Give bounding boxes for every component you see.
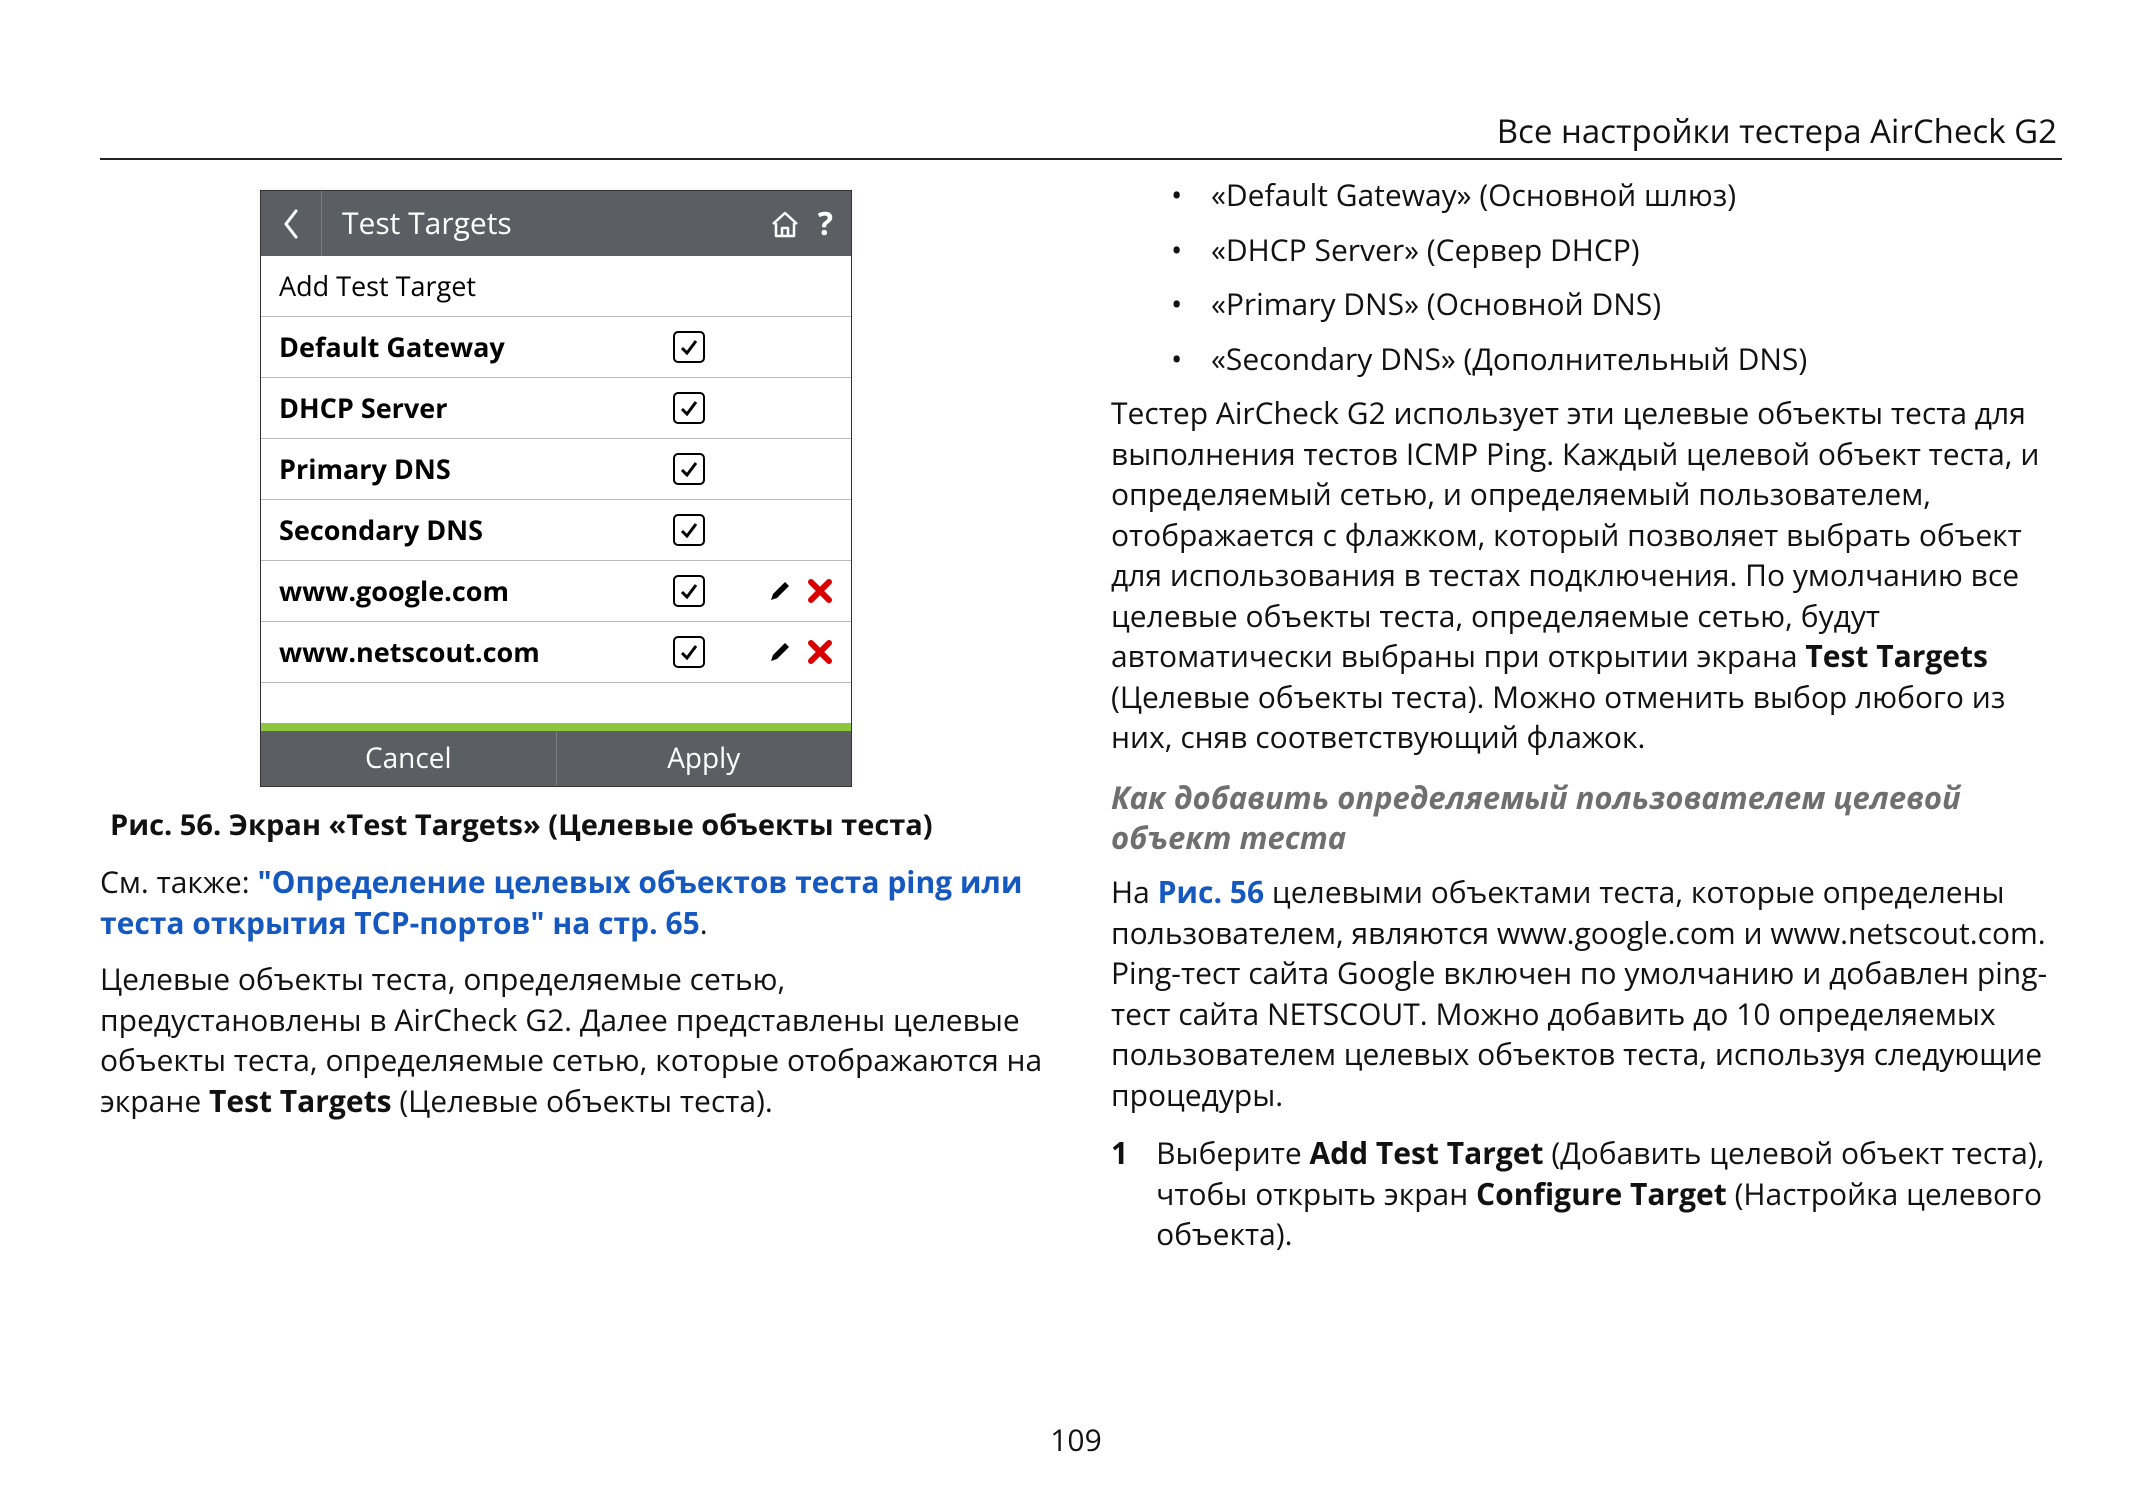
target-label: Default Gateway xyxy=(279,329,673,365)
see-also: См. также: "Определение целевых объектов… xyxy=(100,862,1051,943)
header-rule xyxy=(100,158,2062,160)
left-paragraph: Целевые объекты теста, определяемые сеть… xyxy=(100,959,1051,1121)
bullet-list: «Default Gateway» (Основной шлюз) «DHCP … xyxy=(1111,175,2062,379)
target-row-secondary-dns[interactable]: Secondary DNS xyxy=(261,500,851,561)
right-paragraph-2: На Рис. 56 целевыми объектами теста, кот… xyxy=(1111,872,2062,1115)
right-column: «Default Gateway» (Основной шлюз) «DHCP … xyxy=(1101,175,2062,1400)
step-1: 1 Выберите Add Test Target (Добавить цел… xyxy=(1111,1133,2062,1255)
device-title: Test Targets xyxy=(322,203,752,244)
list-item: «Secondary DNS» (Дополнительный DNS) xyxy=(1171,339,2062,380)
target-label: www.google.com xyxy=(279,573,673,609)
help-icon[interactable]: ? xyxy=(818,208,833,240)
device-header: Test Targets ? xyxy=(261,191,851,256)
apply-button[interactable]: Apply xyxy=(557,731,852,786)
checkbox-icon[interactable] xyxy=(673,453,705,485)
step-number: 1 xyxy=(1111,1133,1128,1255)
target-label: www.netscout.com xyxy=(279,634,673,670)
figure-caption: Рис. 56. Экран «Test Targets» (Целевые о… xyxy=(110,805,1051,844)
target-row-dhcp-server[interactable]: DHCP Server xyxy=(261,378,851,439)
back-button[interactable] xyxy=(261,191,322,256)
checkbox-icon[interactable] xyxy=(673,636,705,668)
delete-icon[interactable] xyxy=(807,578,833,604)
delete-icon[interactable] xyxy=(807,639,833,665)
page-header: Все настройки тестера AirCheck G2 xyxy=(1497,108,2057,153)
add-test-target-row[interactable]: Add Test Target xyxy=(261,256,851,317)
chevron-left-icon xyxy=(282,209,300,239)
page-number: 109 xyxy=(0,1419,2152,1460)
device-screenshot: Test Targets ? Add Test Target Default G… xyxy=(260,190,852,787)
list-item: «DHCP Server» (Сервер DHCP) xyxy=(1171,230,2062,271)
list-item: «Default Gateway» (Основной шлюз) xyxy=(1171,175,2062,216)
page: Все настройки тестера AirCheck G2 Test T… xyxy=(0,0,2152,1500)
home-icon[interactable] xyxy=(770,210,800,238)
device-accent-bar xyxy=(261,683,851,731)
subheading: Как добавить определяемый пользователем … xyxy=(1111,778,2062,859)
target-label: DHCP Server xyxy=(279,390,673,426)
edit-icon[interactable] xyxy=(767,578,793,604)
checkbox-icon[interactable] xyxy=(673,575,705,607)
target-row-google[interactable]: www.google.com xyxy=(261,561,851,622)
left-column: Test Targets ? Add Test Target Default G… xyxy=(100,175,1061,1400)
edit-icon[interactable] xyxy=(767,639,793,665)
checkbox-icon[interactable] xyxy=(673,514,705,546)
step-text: Выберите Add Test Target (Добавить целев… xyxy=(1156,1133,2062,1255)
checkbox-icon[interactable] xyxy=(673,331,705,363)
right-paragraph-1: Тестер AirCheck G2 использует эти целевы… xyxy=(1111,393,2062,758)
content-columns: Test Targets ? Add Test Target Default G… xyxy=(100,175,2062,1400)
figure-ref-link[interactable]: Рис. 56 xyxy=(1158,871,1265,912)
target-row-netscout[interactable]: www.netscout.com xyxy=(261,622,851,683)
list-item: «Primary DNS» (Основной DNS) xyxy=(1171,284,2062,325)
target-label: Secondary DNS xyxy=(279,512,673,548)
checkbox-icon[interactable] xyxy=(673,392,705,424)
target-row-primary-dns[interactable]: Primary DNS xyxy=(261,439,851,500)
target-row-default-gateway[interactable]: Default Gateway xyxy=(261,317,851,378)
target-label: Primary DNS xyxy=(279,451,673,487)
device-footer: Cancel Apply xyxy=(261,731,851,786)
cancel-button[interactable]: Cancel xyxy=(261,731,557,786)
